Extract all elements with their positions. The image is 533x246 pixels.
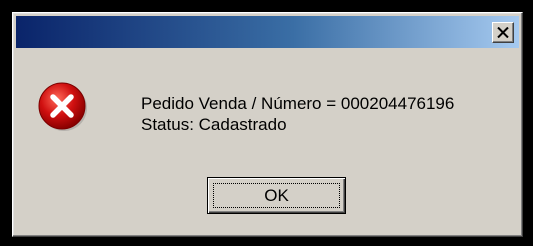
dialog-titlebar[interactable]	[16, 16, 519, 48]
message-order-line: Pedido Venda / Número = 000204476196	[141, 94, 455, 113]
message-text: Pedido Venda / Número = 000204476196 Sta…	[141, 93, 521, 135]
ok-button-label: OK	[264, 185, 289, 205]
ok-button[interactable]: OK	[207, 177, 346, 214]
close-icon	[497, 27, 509, 38]
screenshot-frame: Pedido Venda / Número = 000204476196 Sta…	[0, 0, 533, 246]
message-dialog: Pedido Venda / Número = 000204476196 Sta…	[12, 12, 523, 237]
close-button[interactable]	[492, 22, 514, 43]
message-status-line: Status: Cadastrado	[141, 115, 287, 134]
error-icon	[38, 82, 87, 131]
ok-button-focus: OK	[213, 183, 340, 208]
